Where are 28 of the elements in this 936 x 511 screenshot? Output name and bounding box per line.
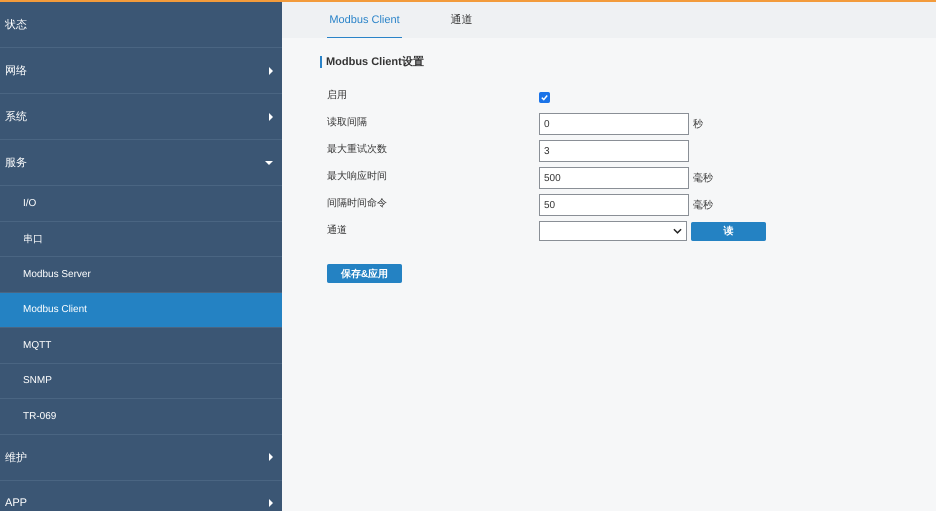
item-label: 维护 (5, 450, 27, 464)
input-field[interactable]: 50 (539, 194, 689, 216)
item-label: 服务 (5, 156, 27, 170)
input-field[interactable]: 3 (539, 140, 689, 162)
item-label: APP (5, 497, 28, 509)
unit-label: 毫秒 (693, 172, 713, 185)
read-button[interactable]: 读 (691, 222, 766, 240)
input-field[interactable]: 0 (539, 113, 689, 135)
tab[interactable]: Modbus Client (327, 2, 402, 38)
item-label: 网络 (5, 64, 27, 78)
save-apply-button[interactable]: 保存&应用 (327, 264, 402, 283)
field-label: 启用 (327, 88, 348, 102)
field-label: 读取间隔 (327, 116, 368, 129)
enable-checkbox[interactable] (539, 92, 550, 103)
field-label: 通道 (327, 224, 348, 237)
tab[interactable]: 通道 (424, 2, 499, 37)
item-label: 状态 (5, 18, 27, 32)
unit-label: 秒 (693, 118, 703, 131)
section-title: Modbus Client设置 (320, 56, 936, 68)
input-field[interactable]: 500 (539, 167, 689, 189)
channel-select[interactable] (539, 221, 687, 241)
field-label: 最大重试次数 (327, 142, 388, 156)
item-label: 系统 (5, 110, 27, 124)
chevron-down-icon (673, 228, 682, 234)
field-label: 间隔时间命令 (327, 196, 388, 210)
sidebar-subitem[interactable]: Modbus Client (0, 292, 282, 328)
field-label: 最大响应时间 (327, 170, 388, 183)
unit-label: 毫秒 (693, 198, 713, 212)
